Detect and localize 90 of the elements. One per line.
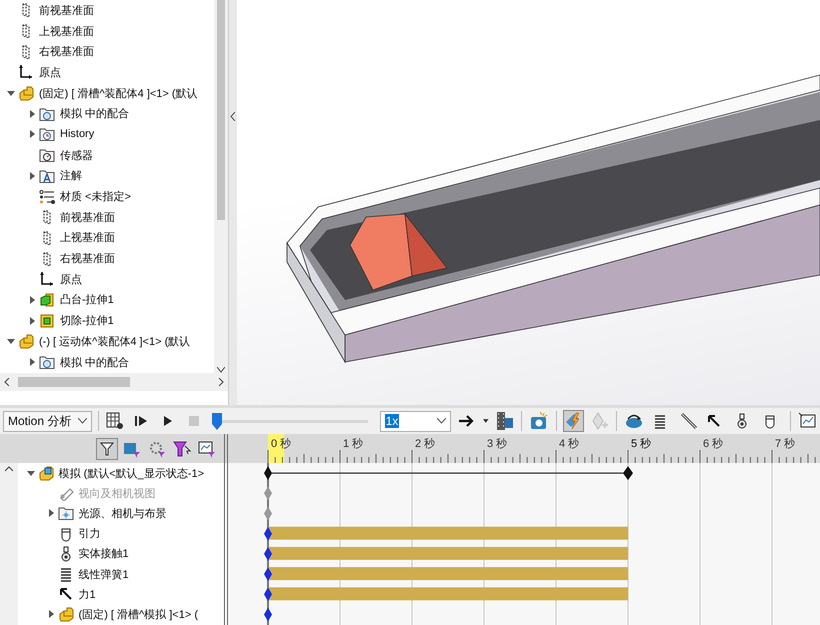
filter-button[interactable] bbox=[96, 438, 118, 460]
tree-item[interactable]: 切除-拉伸1 bbox=[60, 313, 114, 328]
collapse-arrow-icon[interactable] bbox=[26, 469, 35, 478]
calculate-button[interactable] bbox=[104, 410, 126, 432]
folder-clip-icon bbox=[39, 106, 55, 122]
tree-item[interactable]: 传感器 bbox=[60, 148, 93, 163]
expand-arrow-icon[interactable] bbox=[46, 610, 55, 618]
tree-item[interactable]: 前视基准面 bbox=[60, 210, 115, 225]
caret-icon bbox=[436, 418, 446, 424]
save-animation-button[interactable] bbox=[494, 410, 516, 432]
tree-item[interactable]: (-) [ 运动体^装配体4 ]<1> (默认 bbox=[39, 334, 190, 349]
vertical-scrollbar[interactable] bbox=[214, 0, 228, 373]
scroll-up-icon[interactable] bbox=[4, 466, 13, 472]
keyframe-marker[interactable] bbox=[264, 506, 272, 520]
tree-item[interactable]: (固定) [ 滑槽^模拟 ]<1> ( bbox=[78, 606, 198, 622]
study-type-dropdown[interactable]: Motion 分析 bbox=[3, 410, 92, 432]
expand-arrow-icon[interactable] bbox=[28, 110, 36, 118]
tree-item[interactable]: (固定) [ 滑槽^装配体4 ]<1> (默认 bbox=[39, 86, 198, 101]
keyframe-marker[interactable] bbox=[264, 466, 272, 480]
scroll-left-icon[interactable] bbox=[4, 378, 10, 386]
tree-item[interactable]: 注解 bbox=[60, 168, 82, 184]
tree-item[interactable]: 光源、相机与布景 bbox=[78, 506, 167, 521]
scroll-down-icon[interactable] bbox=[217, 367, 225, 373]
tree-item[interactable]: 材质 <未指定> bbox=[60, 189, 131, 204]
caret-icon bbox=[78, 418, 87, 424]
tree-item[interactable]: 引力 bbox=[78, 526, 101, 542]
folder-clock-icon bbox=[39, 126, 55, 142]
boss-extrude-icon bbox=[39, 292, 55, 308]
keyframe-marker[interactable] bbox=[264, 587, 272, 602]
duration-line[interactable] bbox=[264, 466, 633, 480]
expand-arrow-icon[interactable] bbox=[28, 316, 36, 325]
cut-extrude-icon bbox=[39, 312, 55, 329]
tree-item[interactable]: 实体接触1 bbox=[78, 546, 129, 562]
expand-arrow-icon[interactable] bbox=[28, 172, 36, 180]
autokey-button[interactable] bbox=[563, 410, 584, 432]
assembly-icon bbox=[18, 333, 34, 350]
tree-item[interactable]: 前视基准面 bbox=[39, 2, 94, 18]
time-label: 4 秒 bbox=[559, 438, 580, 450]
collapse-arrow-icon[interactable] bbox=[7, 89, 15, 98]
time-label: 6 秒 bbox=[703, 438, 724, 450]
stop-icon bbox=[189, 416, 200, 426]
expand-arrow-icon[interactable] bbox=[28, 358, 36, 366]
tree-item[interactable]: 线性弹簧1 bbox=[78, 566, 129, 582]
tree-item[interactable]: 右视基准面 bbox=[39, 44, 94, 60]
slider-thumb[interactable] bbox=[212, 412, 222, 430]
tree-item[interactable]: 原点 bbox=[60, 272, 82, 287]
keyframe-marker[interactable] bbox=[264, 567, 272, 582]
folder-clip-icon bbox=[39, 354, 55, 370]
tree-item[interactable]: 凸台-拉伸1 bbox=[60, 292, 114, 308]
material-list-icon bbox=[39, 188, 55, 205]
keyframe-marker[interactable] bbox=[623, 466, 633, 480]
tree-item[interactable]: 上视基准面 bbox=[39, 24, 94, 39]
collapse-arrow-icon[interactable] bbox=[7, 337, 15, 346]
assembly-icon bbox=[58, 606, 74, 622]
keyframe-marker[interactable] bbox=[264, 546, 272, 561]
time-label: 3 秒 bbox=[487, 438, 508, 450]
tree-item[interactable]: 模拟 (默认<默认_显示状态-1> bbox=[58, 466, 204, 481]
play-from-start-icon bbox=[134, 415, 148, 427]
tree-item[interactable]: 模拟 中的配合 bbox=[60, 106, 130, 122]
origin-axes-icon bbox=[18, 64, 34, 80]
folder-gauge-icon bbox=[39, 147, 55, 164]
arrow-icon bbox=[706, 413, 722, 429]
time-label: 1 秒 bbox=[343, 438, 364, 450]
tree-item[interactable]: 原点 bbox=[39, 64, 61, 80]
tree-item[interactable]: 右视基准面 bbox=[60, 251, 115, 266]
expand-arrow-icon[interactable] bbox=[28, 130, 36, 138]
collapse-panel-icon[interactable] bbox=[230, 112, 236, 121]
damper-button[interactable] bbox=[679, 410, 700, 432]
tree-item[interactable]: 力1 bbox=[78, 586, 96, 602]
keyframe-marker[interactable] bbox=[264, 526, 272, 541]
caret-icon[interactable] bbox=[483, 419, 489, 423]
origin-axes-icon bbox=[39, 271, 55, 288]
assembly-icon bbox=[18, 85, 34, 102]
tree-item[interactable]: 上视基准面 bbox=[60, 230, 115, 246]
folder-letter-icon bbox=[39, 168, 55, 184]
speed-dropdown[interactable]: 1x bbox=[380, 410, 451, 432]
time-label: 5 秒 bbox=[631, 438, 652, 450]
scroll-right-icon[interactable] bbox=[218, 378, 224, 386]
time-label: 2 秒 bbox=[415, 438, 436, 450]
expand-arrow-icon[interactable] bbox=[46, 509, 55, 518]
study-cube-icon bbox=[38, 465, 54, 482]
tree-item[interactable]: History bbox=[60, 128, 94, 140]
tree-item[interactable]: 模拟 中的配合 bbox=[60, 354, 130, 370]
arrow-icon bbox=[58, 586, 74, 602]
horizontal-scrollbar[interactable] bbox=[0, 373, 228, 391]
play-icon bbox=[162, 415, 173, 427]
keyframe-marker[interactable] bbox=[264, 608, 272, 622]
folder-sun-icon bbox=[58, 505, 74, 522]
time-label: 7 秒 bbox=[775, 438, 796, 450]
expand-arrow-icon[interactable] bbox=[28, 296, 36, 304]
